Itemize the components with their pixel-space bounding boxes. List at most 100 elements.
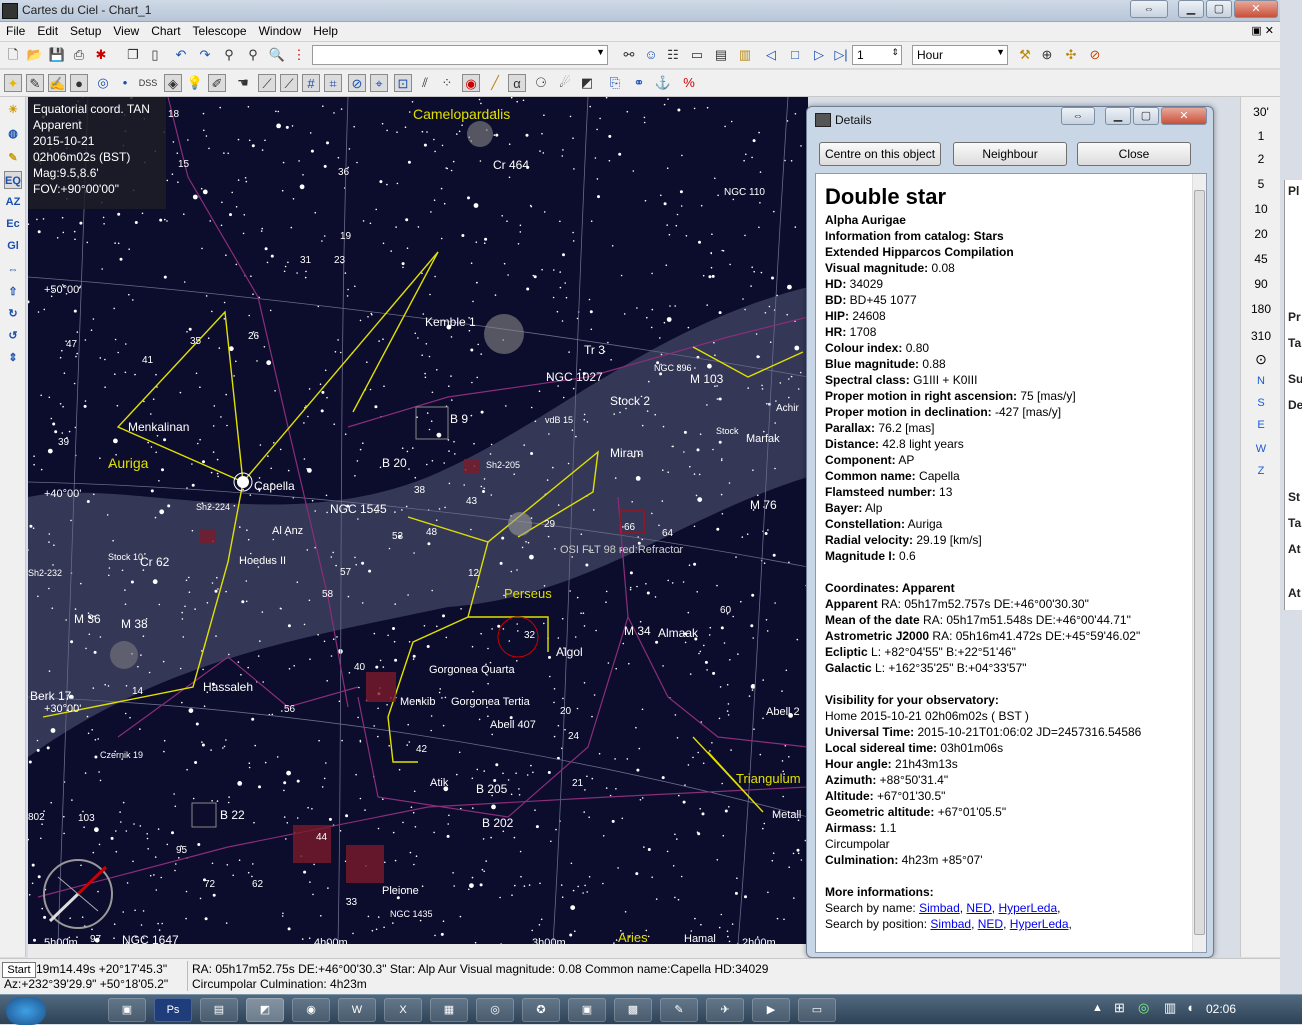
chart-label-n42[interactable]: 42 xyxy=(416,744,428,755)
chart-label-gorgonea_tertia[interactable]: Gorgonea Tertia xyxy=(451,696,531,708)
taskbar-photoshop[interactable]: Ps xyxy=(154,998,192,1022)
fov-20[interactable]: 20 xyxy=(1241,227,1281,241)
chart-label-berk17[interactable]: Berk 17 xyxy=(30,689,72,703)
sky-map[interactable]: CamelopardalisCr 464NGC 110Kemble 1Tr 3N… xyxy=(28,97,808,944)
chart-label-ngc110[interactable]: NGC 110 xyxy=(724,187,765,198)
chart-label-n41[interactable]: 41 xyxy=(142,355,154,366)
az-button[interactable]: AZ xyxy=(4,193,22,211)
chart-label-menkib[interactable]: Menkib xyxy=(400,696,435,708)
setup-icon[interactable]: ✱ xyxy=(92,46,110,64)
chart-label-m38[interactable]: M 38 xyxy=(121,617,148,631)
undo-icon[interactable]: ↶ xyxy=(172,46,190,64)
chart-label-n56[interactable]: 56 xyxy=(284,704,296,715)
export-icon[interactable]: ⎘ xyxy=(606,74,624,92)
menu-setup[interactable]: Setup xyxy=(64,22,107,40)
ec-button[interactable]: Ec xyxy=(4,215,22,233)
chart-label-aries[interactable]: Aries xyxy=(618,930,648,944)
chart-label-ngc1027[interactable]: NGC 1027 xyxy=(546,370,603,384)
comet-icon[interactable]: ☄ xyxy=(556,74,574,92)
asteroid-icon[interactable]: ⚆ xyxy=(532,74,550,92)
chart-label-n18[interactable]: 18 xyxy=(168,109,180,120)
rotate-left-icon[interactable]: ↺ xyxy=(4,327,22,345)
fov-45[interactable]: 45 xyxy=(1241,252,1281,266)
chart-label-ra3[interactable]: 3h00m xyxy=(532,937,566,944)
chart-label-metall[interactable]: Metall xyxy=(772,809,801,821)
fov-180[interactable]: 180 xyxy=(1241,302,1281,316)
sun-icon[interactable]: ☀ xyxy=(4,101,22,119)
details-scrollbar[interactable] xyxy=(1192,174,1206,952)
chart-label-n44[interactable]: 44 xyxy=(316,832,328,843)
chart-label-stock2[interactable]: Stock 2 xyxy=(610,394,650,408)
chart-label-hassaleh[interactable]: Hassaleh xyxy=(203,680,253,694)
fov-10[interactable]: 10 xyxy=(1241,202,1281,216)
bulb-icon[interactable]: 💡 xyxy=(186,74,204,92)
chart-label-n97[interactable]: 97 xyxy=(90,934,102,944)
chart-label-tr3[interactable]: Tr 3 xyxy=(584,343,605,357)
chart-label-n38[interactable]: 38 xyxy=(414,485,426,496)
chart-label-triangulum[interactable]: Triangulum xyxy=(736,771,801,786)
zoom-in-icon[interactable]: ⚲ xyxy=(220,46,238,64)
scatter-icon[interactable]: ⁘ xyxy=(438,74,456,92)
ned-position-link[interactable]: NED xyxy=(978,917,1003,931)
eq-grid-icon[interactable]: ⌗ xyxy=(324,74,342,92)
chart-label-dec30[interactable]: +30°00' xyxy=(44,703,81,715)
simbad-name-link[interactable]: Simbad xyxy=(919,901,960,915)
constellation-icon[interactable]: ⌖ xyxy=(370,74,388,92)
chart-label-n14[interactable]: 14 xyxy=(132,686,144,697)
print-icon[interactable]: ⎙ xyxy=(70,46,88,64)
zenith-icon[interactable]: ⊙ xyxy=(1241,351,1281,368)
taskbar-wordpad[interactable]: W xyxy=(338,998,376,1022)
chart-label-b202[interactable]: B 202 xyxy=(482,816,514,830)
view-west[interactable]: W xyxy=(1241,443,1281,455)
open-icon[interactable]: 📂 xyxy=(26,46,44,64)
chart-label-achir[interactable]: Achir xyxy=(776,403,799,414)
chart-label-menkalinan[interactable]: Menkalinan xyxy=(128,420,189,434)
no-telescope-icon[interactable]: ⊘ xyxy=(1086,46,1104,64)
taskbar-app-8[interactable]: ▦ xyxy=(430,998,468,1022)
eq-button[interactable]: EQ xyxy=(4,171,22,189)
taskbar-app-11[interactable]: ▣ xyxy=(568,998,606,1022)
search-icon[interactable]: 🔍 xyxy=(268,46,286,64)
neighbour-button[interactable]: Neighbour xyxy=(953,142,1067,166)
chart-label-b9[interactable]: B 9 xyxy=(450,412,468,426)
image-icon[interactable]: ◈ xyxy=(164,74,182,92)
stop-icon[interactable]: □ xyxy=(786,46,804,64)
line-bold-icon[interactable]: ⟋ xyxy=(280,74,298,92)
centre-on-object-button[interactable]: Centre on this object xyxy=(819,142,941,166)
dso-kemble1[interactable] xyxy=(484,314,524,354)
mark-icon[interactable]: ⋮ xyxy=(290,46,308,64)
chart-label-miram[interactable]: Miram xyxy=(610,446,643,460)
chart-label-n60[interactable]: 60 xyxy=(720,605,732,616)
chart-label-vdb15[interactable]: vdB 15 xyxy=(545,415,573,425)
step-forward-icon[interactable]: ▷ xyxy=(810,46,828,64)
mdi-controls[interactable]: ▣ ✕ xyxy=(1251,24,1274,37)
zoom-out-icon[interactable]: ⚲ xyxy=(244,46,262,64)
close-button[interactable]: ✕ xyxy=(1234,0,1278,18)
object-search-combo[interactable]: ▼ xyxy=(312,45,608,65)
chart-label-n24[interactable]: 24 xyxy=(568,731,580,742)
dot-icon[interactable]: • xyxy=(116,74,134,92)
dso-cr464[interactable] xyxy=(467,121,493,147)
chart-label-m36[interactable]: M 36 xyxy=(74,612,101,626)
chart-label-algol[interactable]: Algol xyxy=(556,645,583,659)
chart-label-n53[interactable]: 53 xyxy=(392,531,404,542)
chart-label-ngc1435[interactable]: NGC 1435 xyxy=(390,909,433,919)
chart-label-hoedus[interactable]: Hoedus II xyxy=(239,555,286,567)
step-value-input[interactable]: 1 ⇕ xyxy=(852,45,902,65)
milky-way-icon[interactable]: ⫽ xyxy=(416,74,434,92)
taskbar-app-1[interactable]: ▣ xyxy=(108,998,146,1022)
chart-label-n802[interactable]: 802 xyxy=(28,812,45,823)
chart-label-dec50[interactable]: +50°00' xyxy=(44,284,81,296)
start-button[interactable] xyxy=(6,997,46,1025)
up-down-icon[interactable]: ⇕ xyxy=(4,349,22,367)
new-chart-icon[interactable]: 🗋 xyxy=(4,46,22,64)
taskbar-app-16[interactable]: ▭ xyxy=(798,998,836,1022)
note-icon[interactable]: ✎ xyxy=(4,149,22,167)
chart-label-n72[interactable]: 72 xyxy=(204,879,216,890)
horizon-icon[interactable]: ◉ xyxy=(462,74,480,92)
hand-icon[interactable]: ☚ xyxy=(234,74,252,92)
close-details-button[interactable]: Close xyxy=(1077,142,1191,166)
menu-help[interactable]: Help xyxy=(307,22,344,40)
chart-label-n48[interactable]: 48 xyxy=(426,527,438,538)
chart-label-n43[interactable]: 43 xyxy=(466,496,478,507)
